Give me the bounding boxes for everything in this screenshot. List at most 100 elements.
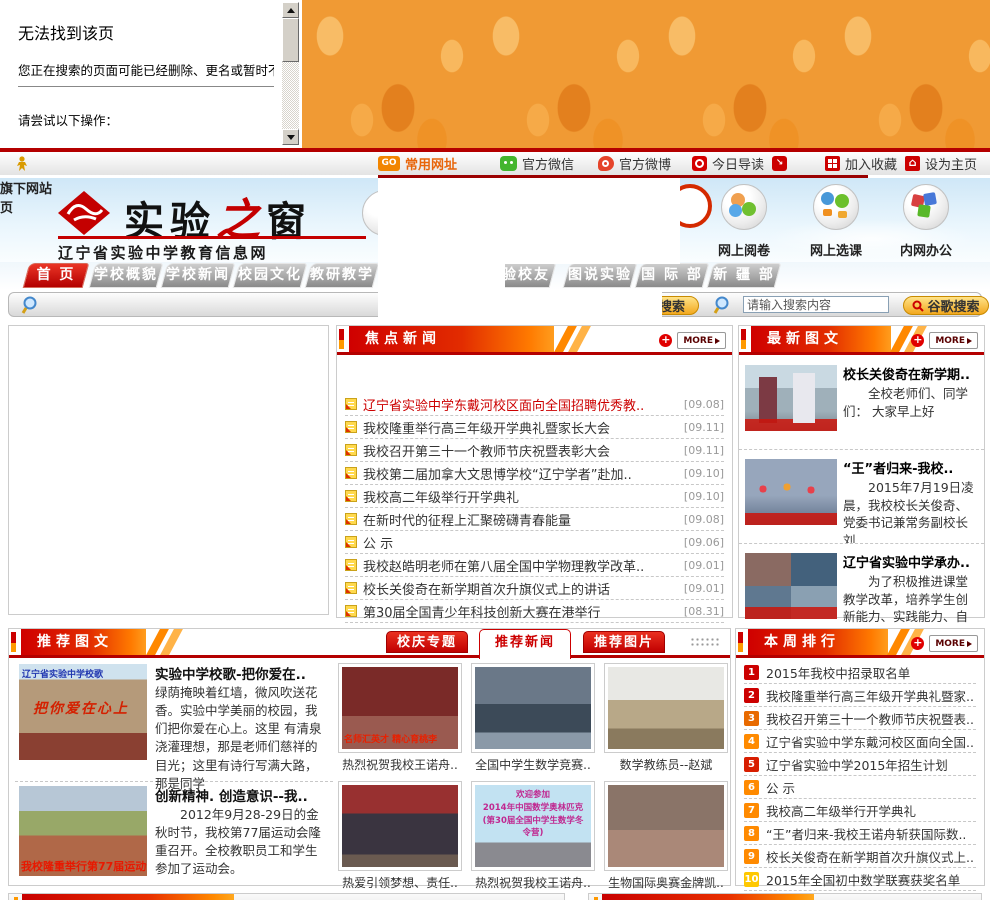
- tab-photo-gallery[interactable]: 图说实验: [562, 263, 638, 288]
- rank-item[interactable]: 8 “王”者归来-我校王诺舟斩获国际数..: [744, 822, 976, 845]
- online-grading-icon[interactable]: [721, 184, 767, 230]
- card-image: [475, 667, 591, 749]
- person-icon: [16, 155, 29, 172]
- search-input[interactable]: [743, 296, 889, 313]
- tab-xinjiang[interactable]: 新 疆 部: [706, 263, 782, 288]
- news-item[interactable]: 我校隆重举行高三年级开学典礼暨家长大会 [09.11]: [345, 416, 724, 439]
- rank-item[interactable]: 2 我校隆重举行高三年级开学典礼暨家..: [744, 684, 976, 707]
- latest-item[interactable]: 辽宁省实验中学承办..为了积极推进课堂教学改革，培养学生创新能力、实践能力、自主…: [739, 544, 984, 638]
- latest-item[interactable]: 校长关俊奇在新学期.. 全校老师们、同学们： 大家早上好: [739, 356, 984, 450]
- photo-card[interactable]: 热爱引领梦想、责任..: [338, 781, 462, 891]
- accent-bar: [11, 632, 16, 652]
- tab-school-news[interactable]: 学校新闻: [160, 263, 236, 288]
- go-icon: GO: [378, 156, 400, 171]
- search-icon: [21, 296, 37, 314]
- rank-badge: 5: [744, 756, 759, 772]
- latest-pics-list: 校长关俊奇在新学期.. 全校老师们、同学们： 大家早上好 “王”者归来-我校.. 2…: [739, 356, 984, 648]
- home-icon: ⌂: [905, 156, 920, 171]
- news-date: [08.31]: [683, 604, 724, 618]
- recommend-title: 推荐图文: [21, 629, 146, 655]
- news-item[interactable]: 我校召开第三十一个教师节庆祝暨表彰大会 [09.11]: [345, 439, 724, 462]
- photo-card[interactable]: 欢迎参加 2014年中国数学奥林匹克 (第30届全国中学生数学冬令营) 热烈祝贺…: [471, 781, 595, 891]
- photo-card[interactable]: 数学教练员--赵斌: [604, 663, 728, 773]
- tab-international[interactable]: 国 际 部: [634, 263, 710, 288]
- scrollbar[interactable]: [282, 2, 299, 145]
- news-item[interactable]: 在新时代的征程上汇聚磅礴青春能量 [09.08]: [345, 508, 724, 531]
- tab-home[interactable]: 首 页: [22, 263, 90, 288]
- card-image-text: 欢迎参加 2014年中国数学奥林匹克 (第30届全国中学生数学冬令营): [482, 790, 584, 839]
- photo-card[interactable]: 全国中学生数学竞赛..: [471, 663, 595, 773]
- add-favorite-link[interactable]: 加入收藏: [825, 155, 897, 173]
- recommend-item[interactable]: 辽宁省实验中学校歌 把你爱在心上 实验中学校歌-把你爱在.. 绿荫掩映着红墙，微…: [15, 661, 333, 791]
- latest-item[interactable]: “王”者归来-我校.. 2015年7月19日凌晨，我校校长关俊奇、党委书记兼常务副…: [739, 450, 984, 544]
- weekly-rank-header: 本周排行 + MORE: [736, 629, 984, 655]
- news-item[interactable]: 我校赵皓明老师在第八届全国中学物理教学改革.. [09.01]: [345, 554, 724, 577]
- tab-school-overview[interactable]: 学校概貌: [88, 263, 164, 288]
- scroll-down-button[interactable]: [282, 129, 299, 145]
- photo-card[interactable]: 名师汇英才 精心育桃李 热烈祝贺我校王诺舟..: [338, 663, 462, 773]
- toolbar: GO 常用网址 官方微信 官方微博 今日导读 ↘ 加入收藏 ⌂ 设为主页: [0, 152, 990, 175]
- rank-item[interactable]: 7 我校高二年级举行开学典礼: [744, 799, 976, 822]
- intranet-office-icon[interactable]: [903, 184, 949, 230]
- rank-item[interactable]: 5 辽宁省实验中学2015年招生计划: [744, 753, 976, 776]
- google-search-button[interactable]: 谷歌搜索: [903, 296, 989, 315]
- note-icon: [345, 513, 357, 525]
- rank-item[interactable]: 3 我校召开第三十一个教师节庆祝暨表..: [744, 707, 976, 730]
- accent-bar: [741, 329, 746, 349]
- rank-item[interactable]: 6公 示: [744, 776, 976, 799]
- header-underline: [736, 655, 984, 658]
- news-date: [09.06]: [683, 535, 724, 549]
- share-button[interactable]: ↘: [772, 155, 787, 172]
- common-sites-link[interactable]: GO 常用网址: [378, 155, 457, 173]
- footer-title-block: [602, 894, 814, 900]
- news-date: [09.01]: [683, 558, 724, 572]
- card-image-text: 名师汇英才 精心育桃李: [344, 735, 438, 745]
- focus-news-more-button[interactable]: MORE: [677, 332, 726, 349]
- tab-recommended-pics[interactable]: 推荐图片: [583, 631, 665, 653]
- rank-item[interactable]: 10 2015年全国初中数学联赛获奖名单: [744, 868, 976, 891]
- more-arrow-icon: [967, 337, 972, 344]
- photo-card[interactable]: 生物国际奥赛金牌凯..: [604, 781, 728, 891]
- green-tree: [835, 194, 849, 208]
- green-block: [917, 204, 931, 218]
- course-selection-label[interactable]: 网上选课: [810, 240, 862, 259]
- rank-item[interactable]: 4 辽宁省实验中学东戴河校区面向全国..: [744, 730, 976, 753]
- scroll-thumb[interactable]: [282, 18, 299, 62]
- weibo-link[interactable]: 官方微博: [598, 155, 671, 173]
- news-item[interactable]: 我校高二年级举行开学典礼 [09.10]: [345, 485, 724, 508]
- wechat-link[interactable]: 官方微信: [500, 155, 575, 173]
- note-icon: [345, 421, 357, 433]
- rank-badge: 1: [744, 664, 759, 680]
- latest-pics-more-button[interactable]: MORE: [929, 332, 978, 349]
- news-item[interactable]: 第30届全国青少年科技创新大赛在港举行 [08.31]: [345, 600, 724, 623]
- scroll-up-button[interactable]: [282, 2, 299, 18]
- online-grading-label[interactable]: 网上阅卷: [718, 240, 770, 259]
- weekly-rank-panel: 本周排行 + MORE 1 2015年我校中招录取名单 2 我校隆重举行高三年级开学…: [735, 628, 985, 891]
- daily-guide-label: 今日导读: [712, 158, 765, 173]
- rank-item[interactable]: 1 2015年我校中招录取名单: [744, 661, 976, 684]
- rank-badge: 7: [744, 802, 759, 818]
- tab-teaching-research[interactable]: 教研教学: [304, 263, 380, 288]
- tab-recommended-news[interactable]: 推荐新闻: [479, 629, 571, 659]
- weekly-rank-more-button[interactable]: MORE: [929, 635, 978, 652]
- tab-anniversary[interactable]: 校庆专题: [386, 631, 468, 653]
- course-selection-icon[interactable]: [813, 184, 859, 230]
- rank-item[interactable]: 9 校长关俊奇在新学期首次升旗仪式上..: [744, 845, 976, 868]
- focus-news-panel: 焦点新闻 + MORE 辽宁省实验中学东戴河校区面向全国招聘优秀教.. [09.0…: [336, 325, 733, 623]
- wechat-label: 官方微信: [522, 158, 575, 173]
- intranet-office-label[interactable]: 内网办公: [900, 240, 952, 259]
- header-underline: [9, 655, 730, 658]
- news-item[interactable]: 公 示 [09.06]: [345, 531, 724, 554]
- news-item[interactable]: 辽宁省实验中学东戴河校区面向全国招聘优秀教.. [09.08]: [345, 393, 724, 416]
- more-plus-icon[interactable]: +: [911, 334, 925, 347]
- news-item[interactable]: 我校第二届加拿大文思博学校“辽宁学者”赴加.. [09.10]: [345, 462, 724, 485]
- more-plus-icon[interactable]: +: [911, 637, 925, 650]
- news-item[interactable]: 校长关俊奇在新学期首次升旗仪式上的讲话 [09.01]: [345, 577, 724, 600]
- more-plus-icon[interactable]: +: [659, 334, 673, 347]
- thumb-overlay-bottom: 我校隆重举行第77届运动会: [21, 860, 147, 873]
- set-homepage-link[interactable]: ⌂ 设为主页: [905, 155, 977, 173]
- tab-campus-culture[interactable]: 校园文化: [232, 263, 308, 288]
- error-tip: 请尝试以下操作：: [18, 113, 119, 128]
- daily-guide-link[interactable]: 今日导读: [692, 155, 765, 173]
- recommend-item[interactable]: 我校隆重举行第77届运动会 创新精神. 创造意识--我.. 2012年9月28-…: [15, 783, 333, 883]
